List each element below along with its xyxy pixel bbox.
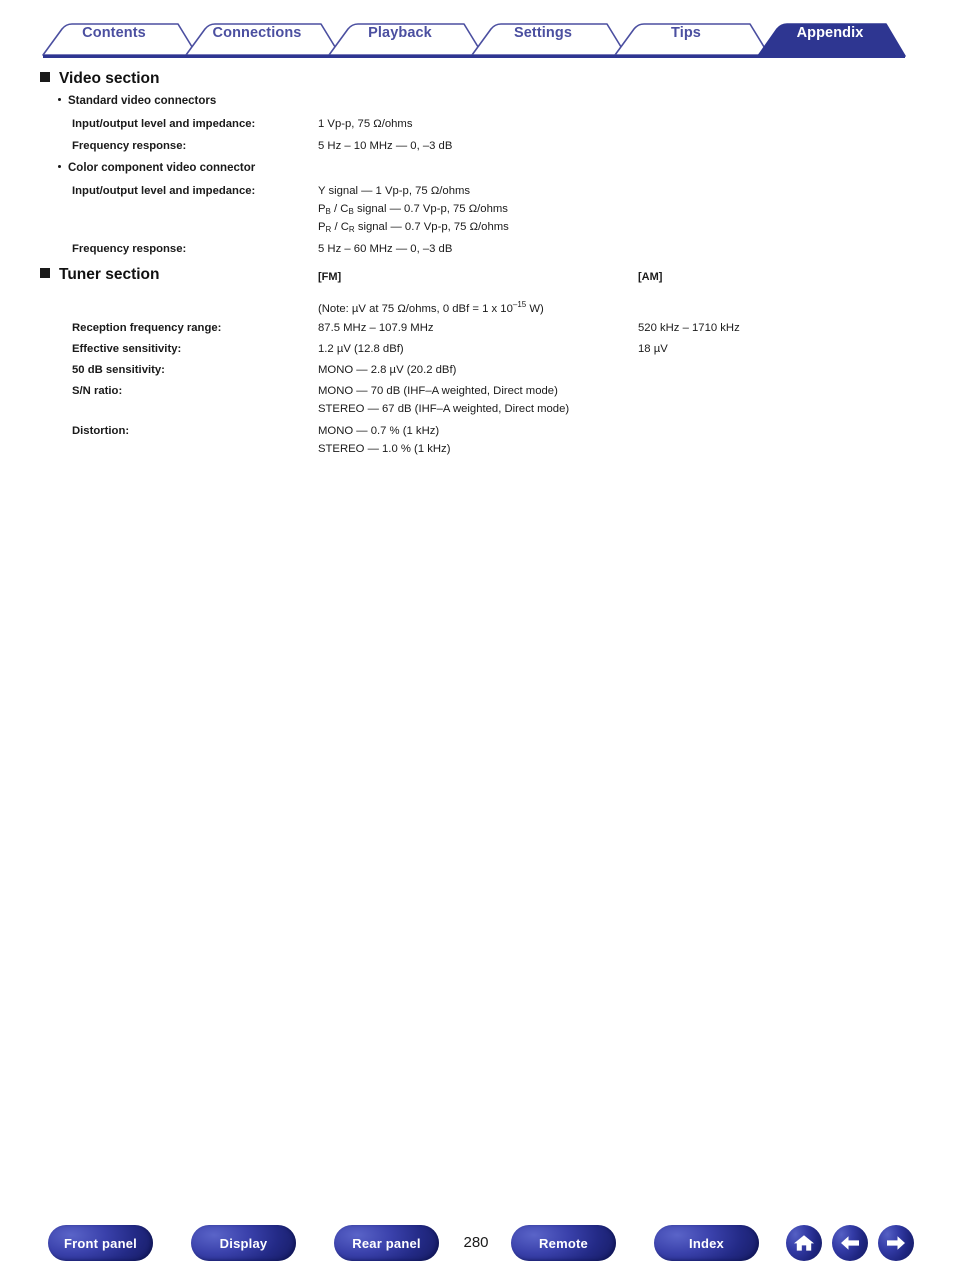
rear-panel-button-label: Rear panel	[352, 1235, 421, 1251]
dot-bullet-icon	[58, 98, 61, 101]
spec-value-am: 520 kHz – 1710 kHz	[638, 322, 740, 334]
group-title-label: Color component video connector	[68, 162, 256, 174]
spec-label: S/N ratio:	[72, 385, 123, 397]
spec-value-fm: 87.5 MHz – 107.9 MHz	[318, 322, 434, 334]
spec-value: Y signal — 1 Vp-p, 75 Ω/ohms	[318, 185, 471, 197]
tab-shape-tips	[614, 23, 770, 56]
tab-shape-playback	[328, 23, 484, 56]
spec-value: PB / CB signal — 0.7 Vp-p, 75 Ω/ohms	[318, 203, 508, 216]
tab-shape-contents	[42, 23, 198, 56]
footer-navigation: Front panel Display Rear panel 280 Remot…	[0, 607, 954, 1261]
spec-value: PR / CR signal — 0.7 Vp-p, 75 Ω/ohms	[318, 221, 509, 234]
spec-value: 1 Vp-p, 75 Ω/ohms	[318, 118, 413, 130]
section-heading-video-label: Video section	[59, 70, 160, 87]
front-panel-button[interactable]: Front panel	[48, 1225, 153, 1261]
spec-label: Frequency response:	[72, 243, 187, 255]
square-bullet-icon	[40, 72, 50, 82]
group-title-standard-video-connectors: Standard video connectors	[58, 95, 216, 107]
index-button-label: Index	[689, 1235, 724, 1251]
spec-label: Distortion:	[72, 425, 130, 437]
tuner-note: (Note: µV at 75 Ω/ohms, 0 dBf = 1 x 10–1…	[318, 300, 544, 315]
spec-value-fm: MONO — 70 dB (IHF–A weighted, Direct mod…	[318, 385, 558, 397]
index-button[interactable]: Index	[654, 1225, 759, 1261]
tab-shape-settings	[471, 23, 627, 56]
section-heading-tuner: Tuner section	[40, 266, 159, 284]
spec-value: 5 Hz – 60 MHz — 0, –3 dB	[318, 243, 453, 255]
tab-bar: Contents Connections Playback Settings T…	[0, 0, 954, 62]
section-heading-tuner-label: Tuner section	[59, 266, 160, 283]
home-icon	[794, 1235, 814, 1251]
spec-label: Frequency response:	[72, 140, 187, 152]
spec-value-fm: STEREO — 67 dB (IHF–A weighted, Direct m…	[318, 403, 570, 415]
spec-value-fm: 1.2 µV (12.8 dBf)	[318, 343, 404, 355]
spec-value: 5 Hz – 10 MHz — 0, –3 dB	[318, 140, 453, 152]
spec-label: Effective sensitivity:	[72, 343, 182, 355]
remote-button[interactable]: Remote	[511, 1225, 616, 1261]
spec-label: Input/output level and impedance:	[72, 118, 256, 130]
rear-panel-button[interactable]: Rear panel	[334, 1225, 439, 1261]
home-button[interactable]	[786, 1225, 822, 1261]
display-button[interactable]: Display	[191, 1225, 296, 1261]
tab-shape-connections	[185, 23, 341, 56]
forward-button[interactable]	[878, 1225, 914, 1261]
column-header-am: [AM]	[638, 271, 663, 283]
spec-label: 50 dB sensitivity:	[72, 364, 165, 376]
spec-label: Reception frequency range:	[72, 322, 222, 334]
column-header-fm: [FM]	[318, 271, 342, 283]
remote-button-label: Remote	[539, 1235, 588, 1251]
front-panel-button-label: Front panel	[64, 1235, 137, 1251]
spec-value-fm: MONO — 2.8 µV (20.2 dBf)	[318, 364, 457, 376]
square-bullet-icon	[40, 268, 50, 278]
display-button-label: Display	[219, 1235, 268, 1251]
tab-shape-appendix	[757, 23, 906, 57]
group-title-label: Standard video connectors	[68, 95, 217, 107]
tab-baseline-rule	[43, 55, 905, 58]
page-content: Video section Standard video connectors …	[0, 62, 954, 607]
arrow-left-icon	[841, 1236, 859, 1250]
spec-value-fm: MONO — 0.7 % (1 kHz)	[318, 425, 440, 437]
dot-bullet-icon	[58, 165, 61, 168]
spec-value-fm: STEREO — 1.0 % (1 kHz)	[318, 443, 451, 455]
tab-bar-graphic	[42, 23, 906, 58]
back-button[interactable]	[832, 1225, 868, 1261]
spec-value-am: 18 µV	[638, 343, 668, 355]
page-number: 280	[463, 1234, 489, 1251]
spec-label: Input/output level and impedance:	[72, 185, 256, 197]
group-title-color-component-video-connector: Color component video connector	[58, 162, 255, 174]
section-heading-video: Video section	[40, 70, 160, 88]
arrow-right-icon	[887, 1236, 905, 1250]
